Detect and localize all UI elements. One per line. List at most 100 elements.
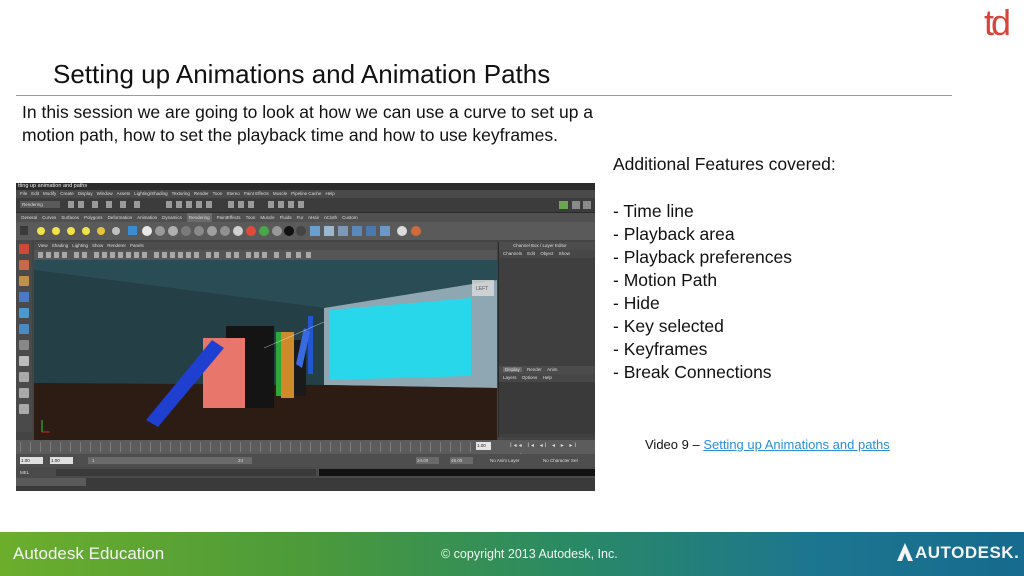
menu-help[interactable]: Help <box>325 190 334 198</box>
layout-side-icon[interactable] <box>19 388 29 398</box>
footer-education-label: Autodesk Education <box>13 544 165 563</box>
layer-list[interactable] <box>499 382 595 434</box>
intro-paragraph: In this session we are going to look at … <box>22 102 594 145</box>
viewport-menu-shading[interactable]: Shading <box>52 242 69 250</box>
options-menu[interactable]: Options <box>522 375 538 380</box>
time-ticks <box>20 442 472 452</box>
end-time-field[interactable]: 48.00 <box>450 457 473 464</box>
shelf-tab-custom[interactable]: Custom <box>342 213 358 222</box>
lasso-tool-icon[interactable] <box>19 260 29 270</box>
playback-controls[interactable]: I◂◂ I◂ ◂I ◂ ▸ ▸I ▸▸I <box>510 441 595 460</box>
tab-display[interactable]: Display <box>503 367 522 372</box>
features-heading: Additional Features covered: <box>613 154 836 174</box>
shelf-tab-painteffects[interactable]: PaintEffects <box>217 213 241 222</box>
feature-item: - Playback preferences <box>613 247 792 267</box>
maya-status-line: Rendering <box>16 198 595 213</box>
menu-render[interactable]: Render <box>194 190 209 198</box>
menu-lighting-shading[interactable]: Lighting/Shading <box>134 190 168 198</box>
last-tool-icon[interactable] <box>19 340 29 350</box>
view-cube-label: LEFT <box>476 286 488 292</box>
show-menu[interactable]: Show <box>559 251 570 256</box>
menu-modify[interactable]: Modify <box>43 190 56 198</box>
help-menu[interactable]: Help <box>543 375 552 380</box>
object-menu[interactable]: Object <box>540 251 553 256</box>
autodesk-logo: AUTODESK. <box>897 543 1019 563</box>
shelf-tab-ncloth[interactable]: nCloth <box>324 213 337 222</box>
menu-paint-effects[interactable]: Paint Effects <box>244 190 269 198</box>
range-start-label: 1 <box>92 458 95 463</box>
menu-stereo[interactable]: Stereo <box>226 190 239 198</box>
layout-four-icon[interactable] <box>19 372 29 382</box>
menu-assets[interactable]: Assets <box>117 190 131 198</box>
rotate-tool-icon[interactable] <box>19 308 29 318</box>
menu-create[interactable]: Create <box>60 190 74 198</box>
viewport-menu-view[interactable]: View <box>38 242 48 250</box>
shelf-tab-surfaces[interactable]: Surfaces <box>61 213 79 222</box>
shelf-tab-rendering[interactable]: Rendering <box>186 213 212 222</box>
current-frame-field[interactable]: 1.00 <box>476 442 491 450</box>
menu-pipeline-cache[interactable]: Pipeline Cache <box>291 190 321 198</box>
orange-card <box>281 332 294 398</box>
layers-menu[interactable]: Layers <box>503 375 517 380</box>
shelf-tab-curves[interactable]: Curves <box>42 213 56 222</box>
video-link[interactable]: Setting up Animations and paths <box>703 437 889 452</box>
taskbar-tab[interactable] <box>16 478 86 486</box>
menu-window[interactable]: Window <box>97 190 113 198</box>
paint-select-icon[interactable] <box>19 276 29 286</box>
feature-item: - Keyframes <box>613 339 708 359</box>
character-set-selector[interactable]: No Character Set <box>543 457 578 464</box>
feature-item: - Key selected <box>613 316 724 336</box>
shelf-tab-muscle[interactable]: Muscle <box>260 213 274 222</box>
feature-item: - Playback area <box>613 224 735 244</box>
shelf-tab-dynamics[interactable]: Dynamics <box>162 213 182 222</box>
edit-menu[interactable]: Edit <box>527 251 535 256</box>
channels-menu[interactable]: Channels <box>503 251 522 256</box>
channel-box-title: Channel Box / Layer Editor <box>499 242 595 250</box>
viewport-menu-lighting[interactable]: Lighting <box>72 242 88 250</box>
shelf-tab-fluids[interactable]: Fluids <box>280 213 292 222</box>
3d-viewport[interactable]: LEFT <box>34 260 497 440</box>
tab-anim[interactable]: Anim <box>547 367 557 372</box>
shelf-tab-deformation[interactable]: Deformation <box>108 213 133 222</box>
menu-toon[interactable]: Toon <box>213 190 223 198</box>
shelf-tab-general[interactable]: General <box>21 213 37 222</box>
features-list: - Time line - Playback area - Playback p… <box>613 200 792 384</box>
scale-tool-icon[interactable] <box>19 324 29 334</box>
feature-item: - Time line <box>613 201 694 221</box>
time-slider[interactable]: 1.00 I◂◂ I◂ ◂I ◂ ▸ ▸I ▸▸I <box>16 440 595 460</box>
menu-edit[interactable]: Edit <box>31 190 39 198</box>
move-tool-icon[interactable] <box>19 292 29 302</box>
viewport-menu-show[interactable]: Show <box>92 242 103 250</box>
footer-copyright: © copyright 2013 Autodesk, Inc. <box>441 547 618 561</box>
layout-outliner-icon[interactable] <box>19 404 29 414</box>
playback-start-field[interactable]: 1.00 <box>50 457 73 464</box>
range-bar[interactable] <box>88 457 252 464</box>
start-time-field[interactable]: 1.00 <box>20 457 43 464</box>
viewport-menu: View Shading Lighting Show Renderer Panels <box>34 242 497 250</box>
menu-texturing[interactable]: Texturing <box>172 190 190 198</box>
maya-screenshot: tting up animation and paths File Edit Mod… <box>16 183 595 491</box>
anim-layer-selector[interactable]: No Anim Layer <box>490 457 520 464</box>
video-prefix: Video 9 – <box>645 437 704 452</box>
maya-menu-bar: File Edit Modify Create Display Window Assets L… <box>16 190 595 198</box>
footer-bar: Autodesk Education © copyright 2013 Auto… <box>0 532 1024 576</box>
shelf-tab-polygons[interactable]: Polygons <box>84 213 103 222</box>
shelf-tab-nhair[interactable]: nHair <box>308 213 319 222</box>
command-label: MEL <box>20 470 30 475</box>
menu-file[interactable]: File <box>20 190 27 198</box>
tab-render[interactable]: Render <box>527 367 542 372</box>
menu-muscle[interactable]: Muscle <box>273 190 287 198</box>
shelf-tab-fur[interactable]: Fur <box>297 213 304 222</box>
layout-single-icon[interactable] <box>19 356 29 366</box>
shelf-tab-animation[interactable]: Animation <box>137 213 157 222</box>
command-input[interactable] <box>56 469 316 476</box>
select-tool-icon[interactable] <box>19 244 29 254</box>
playback-end-field[interactable]: 24.00 <box>416 457 439 464</box>
range-end-label: 24 <box>238 458 244 463</box>
channel-box: Channel Box / Layer Editor Channels Edit… <box>498 242 595 437</box>
viewport-menu-renderer[interactable]: Renderer <box>107 242 126 250</box>
menu-display[interactable]: Display <box>78 190 93 198</box>
command-line: MEL <box>16 467 595 478</box>
shelf-tab-toon[interactable]: Toon <box>246 213 256 222</box>
viewport-menu-panels[interactable]: Panels <box>130 242 144 250</box>
